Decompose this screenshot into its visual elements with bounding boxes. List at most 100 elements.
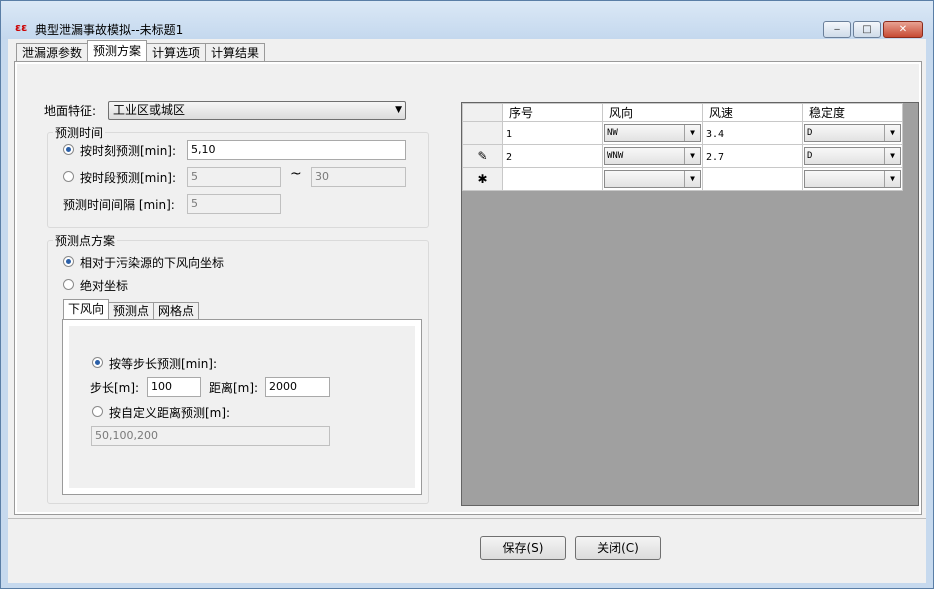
stab-select[interactable]: ▼ <box>804 170 901 188</box>
point-group-title: 预测点方案 <box>53 232 118 249</box>
by-period-radio[interactable] <box>63 171 74 182</box>
col-dir-header[interactable]: 风向 <box>602 103 703 122</box>
speed-cell[interactable]: 2.7 <box>702 144 803 168</box>
tab-calc-results[interactable]: 计算结果 <box>205 43 266 61</box>
subtab-points[interactable]: 预测点 <box>108 302 155 319</box>
dir-select[interactable]: WNW ▼ <box>604 147 701 165</box>
tab-calc-options[interactable]: 计算选项 <box>146 43 207 61</box>
prediction-plan-content: 地面特征: 工业区或城区 ▼ 预测时间 按时刻预测[min]: 5,10 按时段… <box>17 64 919 512</box>
seq-cell[interactable]: 1 <box>502 121 603 145</box>
stab-value: D <box>807 128 813 138</box>
weather-table: 序号 风向 风速 稳定度 1 NW ▼ 3.4 D ▼ ✎ 2 WNW ▼ 2.… <box>462 103 903 191</box>
speed-value <box>703 175 706 186</box>
point-subtabs: 下风向 预测点 网格点 <box>63 299 200 319</box>
maximize-button[interactable]: □ <box>853 21 881 38</box>
seq-cell[interactable]: 2 <box>502 144 603 168</box>
prediction-plan-page: 地面特征: 工业区或城区 ▼ 预测时间 按时刻预测[min]: 5,10 按时段… <box>14 61 922 515</box>
equal-step-label: 按等步长预测[min]: <box>109 357 218 371</box>
seq-value: 1 <box>506 129 513 140</box>
chevron-down-icon[interactable]: ▼ <box>884 125 900 141</box>
speed-cell[interactable] <box>702 167 803 191</box>
row-marker-new-icon[interactable]: ✱ <box>462 167 503 191</box>
custom-distance-input[interactable]: 50,100,200 <box>91 426 330 446</box>
stab-cell[interactable]: D ▼ <box>802 121 903 145</box>
dir-cell[interactable]: NW ▼ <box>602 121 703 145</box>
absolute-coord-radio[interactable] <box>63 279 74 290</box>
chevron-down-icon[interactable]: ▼ <box>884 171 900 187</box>
ground-value: 工业区或城区 <box>113 103 186 117</box>
seq-value: 2 <box>506 152 513 163</box>
step-input[interactable]: 100 <box>147 377 201 397</box>
footer-divider <box>8 518 926 519</box>
speed-value: 2.7 <box>706 152 725 163</box>
dir-value: WNW <box>607 151 624 161</box>
distance-input[interactable]: 2000 <box>265 377 330 397</box>
tab-prediction-plan[interactable]: 预测方案 <box>87 40 148 61</box>
distance-label: 距离[m]: <box>209 381 259 395</box>
row-marker-pencil-icon[interactable]: ✎ <box>462 144 503 168</box>
grid-header-row: 序号 风向 风速 稳定度 <box>462 103 903 122</box>
chevron-down-icon[interactable]: ▼ <box>684 148 700 164</box>
stab-select[interactable]: D ▼ <box>804 124 901 142</box>
stab-cell[interactable]: ▼ <box>802 167 903 191</box>
col-speed-header[interactable]: 风速 <box>702 103 803 122</box>
ground-label: 地面特征: <box>44 104 97 118</box>
ground-select[interactable]: 工业区或城区 ▼ <box>108 101 406 120</box>
stab-select[interactable]: D ▼ <box>804 147 901 165</box>
interval-label: 预测时间间隔 [min]: <box>63 198 175 212</box>
stab-value: D <box>807 151 813 161</box>
table-row[interactable]: ✎ 2 WNW ▼ 2.7 D ▼ <box>462 144 903 168</box>
save-button[interactable]: 保存(S) <box>480 536 566 560</box>
by-moment-input[interactable]: 5,10 <box>187 140 406 160</box>
window-controls: ‒ □ ✕ <box>823 21 923 38</box>
dir-select[interactable]: ▼ <box>604 170 701 188</box>
time-group-title: 预测时间 <box>53 124 106 141</box>
client-area: 泄漏源参数 预测方案 计算选项 计算结果 地面特征: 工业区或城区 ▼ 预测时间… <box>8 39 926 583</box>
app-icon: ɛɛ <box>15 21 28 34</box>
seq-cell[interactable] <box>502 167 603 191</box>
title-bar: ɛɛ 典型泄漏事故模拟--未标题1 ‒ □ ✕ <box>1 1 933 39</box>
by-moment-label: 按时刻预测[min]: <box>80 144 177 158</box>
chevron-down-icon: ▼ <box>395 105 402 115</box>
period-from-input[interactable]: 5 <box>187 167 281 187</box>
close-button[interactable]: 关闭(C) <box>575 536 661 560</box>
subtab-grid[interactable]: 网格点 <box>153 302 200 319</box>
table-row-new[interactable]: ✱ ▼ ▼ <box>462 167 903 191</box>
custom-distance-label: 按自定义距离预测[m]: <box>109 406 231 420</box>
weather-grid: 序号 风向 风速 稳定度 1 NW ▼ 3.4 D ▼ ✎ 2 WNW ▼ 2.… <box>461 102 919 506</box>
stab-cell[interactable]: D ▼ <box>802 144 903 168</box>
by-moment-radio[interactable] <box>63 144 74 155</box>
period-tilde: ~ <box>290 166 302 182</box>
absolute-coord-label: 绝对坐标 <box>80 279 129 293</box>
tab-source-params[interactable]: 泄漏源参数 <box>16 43 89 61</box>
col-seq-header[interactable]: 序号 <box>502 103 603 122</box>
table-row[interactable]: 1 NW ▼ 3.4 D ▼ <box>462 121 903 145</box>
relative-coord-label: 相对于污染源的下风向坐标 <box>80 256 225 270</box>
dir-cell[interactable]: WNW ▼ <box>602 144 703 168</box>
minimize-button[interactable]: ‒ <box>823 21 851 38</box>
dir-select[interactable]: NW ▼ <box>604 124 701 142</box>
speed-value: 3.4 <box>706 129 725 140</box>
speed-cell[interactable]: 3.4 <box>702 121 803 145</box>
subtab-downwind[interactable]: 下风向 <box>63 299 110 319</box>
window-title: 典型泄漏事故模拟--未标题1 <box>35 23 184 37</box>
period-to-input[interactable]: 30 <box>311 167 406 187</box>
custom-distance-radio[interactable] <box>92 406 103 417</box>
dir-cell[interactable]: ▼ <box>602 167 703 191</box>
interval-input[interactable]: 5 <box>187 194 281 214</box>
equal-step-radio[interactable] <box>92 357 103 368</box>
by-period-label: 按时段预测[min]: <box>80 171 177 185</box>
chevron-down-icon[interactable]: ▼ <box>884 148 900 164</box>
step-label: 步长[m]: <box>90 381 140 395</box>
dir-value: NW <box>607 128 618 138</box>
chevron-down-icon[interactable]: ▼ <box>684 125 700 141</box>
col-stab-header[interactable]: 稳定度 <box>802 103 903 122</box>
seq-value <box>503 175 506 186</box>
close-window-button[interactable]: ✕ <box>883 21 923 38</box>
row-marker[interactable] <box>462 121 503 145</box>
downwind-content: 按等步长预测[min]: 步长[m]: 100 距离[m]: 2000 按自定义… <box>69 326 415 488</box>
relative-coord-radio[interactable] <box>63 256 74 267</box>
row-header-corner <box>462 103 503 122</box>
chevron-down-icon[interactable]: ▼ <box>684 171 700 187</box>
main-window: ɛɛ 典型泄漏事故模拟--未标题1 ‒ □ ✕ 泄漏源参数 预测方案 计算选项 … <box>0 0 934 589</box>
